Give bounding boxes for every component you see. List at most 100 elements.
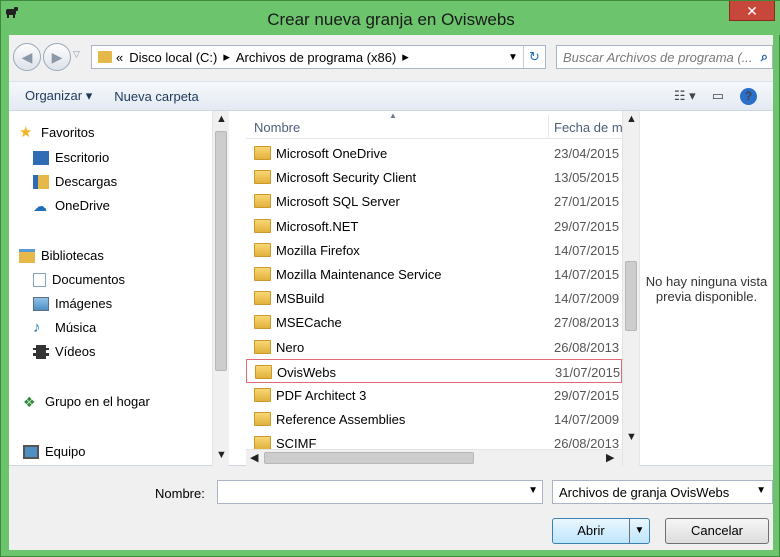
file-type-select[interactable]: Archivos de granja OvisWebs ▼ — [552, 480, 773, 504]
file-row[interactable]: Microsoft Security Client 13/05/2015 — [246, 165, 622, 189]
file-list-scrollbar-thumb[interactable] — [625, 261, 637, 331]
file-list-scrollbar[interactable]: ▲ ▼ — [622, 111, 639, 466]
address-bar[interactable]: « Disco local (C:) ▸ Archivos de program… — [91, 45, 546, 69]
close-button[interactable]: ✕ — [729, 1, 775, 21]
scroll-up-icon[interactable]: ▲ — [213, 113, 230, 125]
cancel-button[interactable]: Cancelar — [665, 518, 769, 544]
nav-item-onedrive[interactable]: ☁ OneDrive — [33, 198, 110, 213]
scroll-up-icon[interactable]: ▲ — [623, 113, 640, 125]
refresh-icon[interactable]: ↻ — [523, 46, 545, 68]
file-row[interactable]: Microsoft.NET 29/07/2015 — [246, 214, 622, 238]
computer-icon — [23, 444, 39, 459]
preview-pane: No hay ninguna vista previa disponible. — [639, 111, 773, 466]
nav-label: Favoritos — [41, 125, 95, 140]
file-row[interactable]: MSECache 27/08/2013 — [246, 310, 622, 334]
nav-homegroup[interactable]: ❖ Grupo en el hogar — [23, 394, 150, 409]
organize-menu-button[interactable]: Organizar ▾ — [25, 88, 92, 104]
file-name: Microsoft Security Client — [276, 170, 417, 186]
nav-item-music[interactable]: ♪ Música — [33, 318, 96, 336]
file-date: 14/07/2015 — [554, 242, 620, 258]
address-overflow-chevron[interactable]: « — [116, 50, 123, 65]
folder-icon — [254, 267, 271, 281]
file-row[interactable]: Microsoft SQL Server 27/01/2015 — [246, 189, 622, 213]
file-list-hscrollbar[interactable]: ◀ ▶ — [246, 449, 622, 466]
film-icon — [33, 344, 49, 359]
arrow-right-icon: ▶ — [51, 48, 63, 65]
help-icon[interactable]: ? — [740, 87, 757, 105]
nav-label: Equipo — [45, 444, 86, 459]
nav-item-downloads[interactable]: Descargas — [33, 174, 117, 189]
breadcrumb-segment[interactable]: Archivos de programa (x86) — [236, 50, 396, 65]
file-date: 26/08/2013 — [554, 339, 620, 355]
file-row[interactable]: Microsoft OneDrive 23/04/2015 — [246, 141, 622, 165]
star-icon: ★ — [19, 123, 33, 141]
file-list: ▲ Nombre Fecha de modificación Microsoft… — [246, 111, 622, 466]
nav-item-videos[interactable]: Vídeos — [33, 344, 95, 359]
file-row[interactable]: Mozilla Maintenance Service 14/07/2015 — [246, 262, 622, 286]
arrow-left-icon: ◀ — [21, 48, 33, 65]
folder-icon — [255, 364, 272, 379]
nav-item-pictures[interactable]: Imágenes — [33, 296, 112, 311]
file-row[interactable]: Nero 26/08/2013 — [246, 335, 622, 359]
folder-icon — [254, 218, 271, 233]
preview-pane-toggle-icon[interactable]: ▭ — [712, 88, 724, 104]
desktop-icon — [33, 150, 49, 165]
open-options-icon[interactable]: ▼ — [629, 519, 649, 543]
hscrollbar-thumb[interactable] — [264, 452, 474, 464]
nav-label: Documentos — [52, 272, 125, 287]
title-bar[interactable]: Crear nueva granja en Oviswebs ✕ — [1, 1, 780, 35]
nav-libraries[interactable]: Bibliotecas — [19, 248, 104, 263]
search-icon[interactable]: ⌕ — [761, 49, 768, 65]
column-divider[interactable] — [548, 115, 549, 137]
file-name-input[interactable]: ▼ — [217, 480, 543, 504]
chevron-down-icon[interactable]: ▼ — [528, 485, 538, 496]
breadcrumb-separator-icon[interactable]: ▸ — [223, 49, 230, 65]
open-button[interactable]: Abrir ▼ — [552, 518, 650, 544]
address-dropdown-icon[interactable]: ▼ — [503, 52, 523, 63]
file-name: MSECache — [276, 315, 342, 331]
file-date: 27/01/2015 — [554, 194, 620, 210]
file-name: Microsoft.NET — [276, 218, 359, 234]
breadcrumb-separator-icon[interactable]: ▸ — [402, 49, 409, 65]
chevron-down-icon[interactable]: ▼ — [756, 485, 766, 496]
file-name: Mozilla Maintenance Service — [276, 267, 442, 282]
scroll-right-icon[interactable]: ▶ — [606, 451, 614, 464]
column-header-name[interactable]: Nombre — [254, 120, 300, 135]
file-row[interactable]: MSBuild 14/07/2009 — [246, 286, 622, 310]
command-toolbar: Organizar ▾ Nueva carpeta ☷ ▾ ▭ ? — [9, 81, 773, 111]
scroll-down-icon[interactable]: ▼ — [213, 449, 230, 461]
nav-item-documents[interactable]: Documentos — [33, 272, 125, 287]
file-row[interactable]: OvisWebs 31/07/2015 — [246, 358, 622, 383]
preview-message: No hay ninguna vista previa disponible. — [645, 273, 768, 304]
scroll-down-icon[interactable]: ▼ — [623, 431, 640, 443]
back-button[interactable]: ◀ — [13, 43, 41, 71]
view-options-icon[interactable]: ☷ ▾ — [674, 88, 696, 104]
forward-button[interactable]: ▶ — [43, 43, 71, 71]
dialog-client-area: ◀ ▶ ▽ « Disco local (C:) ▸ Archivos de p… — [9, 35, 773, 550]
file-type-value: Archivos de granja OvisWebs — [559, 485, 730, 500]
folder-icon — [254, 412, 271, 427]
open-button-label: Abrir — [577, 523, 605, 538]
scroll-left-icon[interactable]: ◀ — [250, 451, 258, 464]
nav-scrollbar-thumb[interactable] — [215, 131, 227, 371]
nav-item-desktop[interactable]: Escritorio — [33, 150, 109, 165]
new-folder-button[interactable]: Nueva carpeta — [114, 89, 199, 104]
file-row[interactable]: PDF Architect 3 29/07/2015 — [246, 383, 622, 407]
nav-computer[interactable]: Equipo — [23, 444, 85, 459]
file-row[interactable]: Mozilla Firefox 14/07/2015 — [246, 238, 622, 262]
breadcrumb-segment[interactable]: Disco local (C:) — [129, 50, 217, 65]
file-date: 14/07/2009 — [554, 412, 620, 428]
libraries-icon — [19, 248, 35, 263]
nav-label: Grupo en el hogar — [45, 394, 150, 409]
file-date: 29/07/2015 — [554, 388, 620, 403]
recent-locations-icon[interactable]: ▽ — [73, 49, 80, 60]
homegroup-icon: ❖ — [23, 393, 36, 410]
nav-favorites[interactable]: ★ Favoritos — [19, 123, 95, 141]
file-row[interactable]: Reference Assemblies 14/07/2009 — [246, 407, 622, 431]
column-header-date[interactable]: Fecha de modificación — [554, 120, 622, 135]
downloads-icon — [33, 174, 49, 189]
file-name: Nero — [276, 339, 305, 355]
search-input[interactable]: Buscar Archivos de programa (... ⌕ — [556, 45, 773, 69]
nav-scrollbar[interactable]: ▲ ▼ — [212, 111, 229, 466]
music-note-icon: ♪ — [33, 318, 41, 336]
